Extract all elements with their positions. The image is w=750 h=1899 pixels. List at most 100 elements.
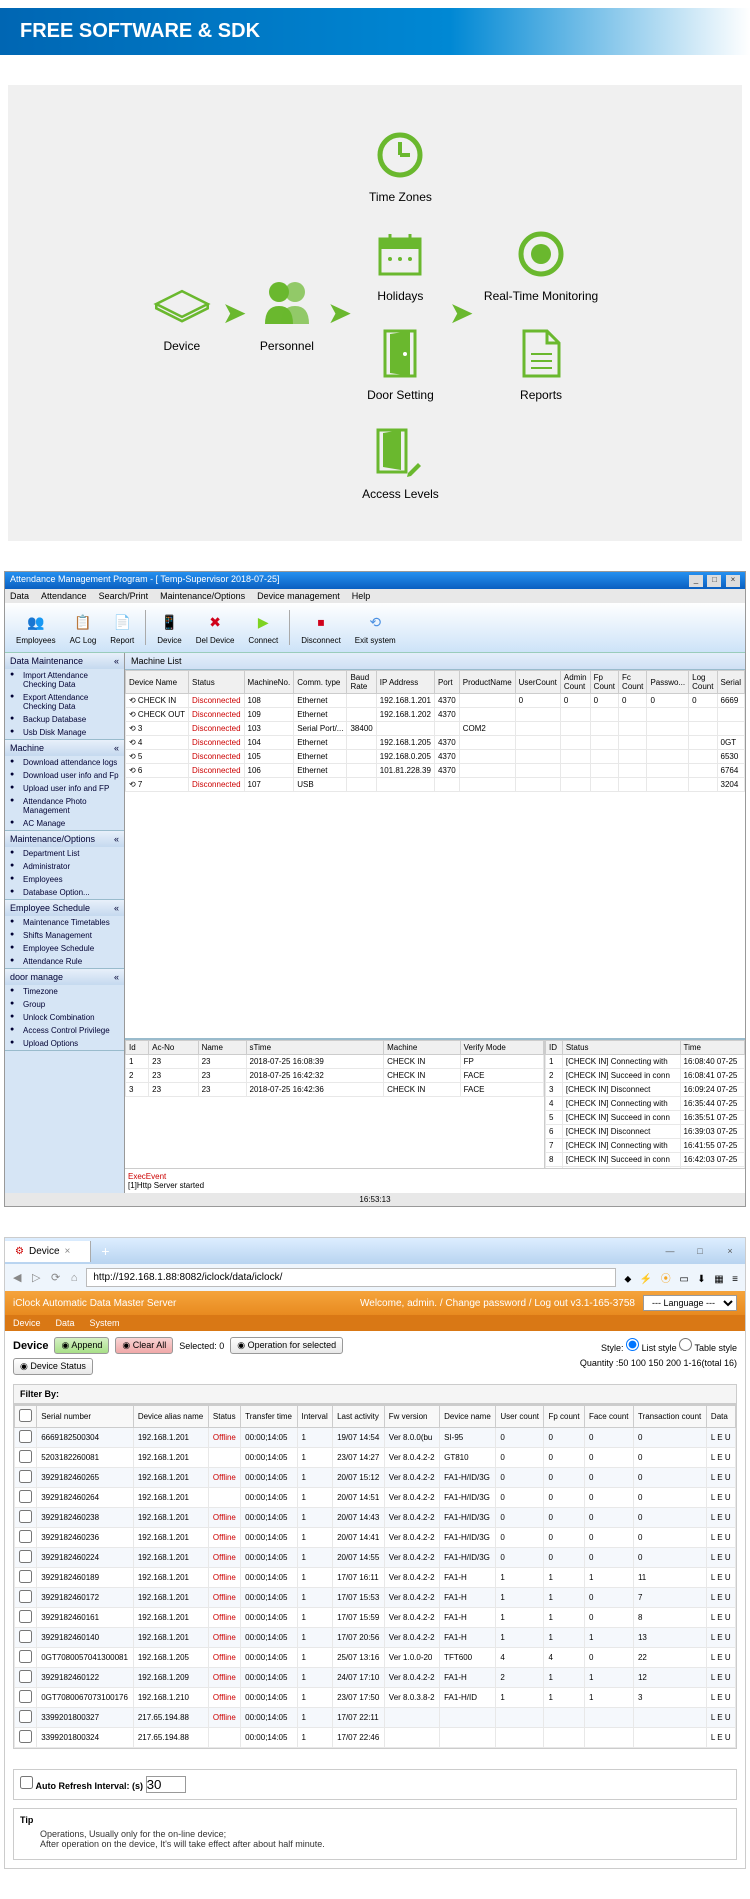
reload-button[interactable]: ⟳ [47, 1272, 64, 1284]
table-row[interactable]: 3399201800324217.65.194.8800:00;14:05117… [15, 1728, 736, 1748]
table-row[interactable]: 3929182460172192.168.1.201Offline00:00;1… [15, 1588, 736, 1608]
device-grid[interactable]: Serial numberDevice alias nameStatusTran… [13, 1404, 737, 1749]
table-row[interactable]: 6[CHECK IN] Disconnect16:39:03 07-25 [546, 1125, 745, 1139]
extension-icon[interactable]: ⬥ [621, 1274, 634, 1285]
sidebar-group-header[interactable]: Data Maintenance« [5, 653, 124, 669]
sidebar-item[interactable]: Group [5, 998, 124, 1011]
table-row[interactable]: ⟲ CHECK INDisconnected108Ethernet192.168… [126, 694, 745, 708]
sidebar-item[interactable]: Access Control Privilege [5, 1024, 124, 1037]
table-row[interactable]: 3[CHECK IN] Disconnect16:09:24 07-25 [546, 1083, 745, 1097]
sidebar-item[interactable]: Administrator [5, 860, 124, 873]
language-select[interactable]: --- Language --- [643, 1295, 737, 1311]
table-row[interactable]: 323232018-07-25 16:42:36CHECK INFACE [126, 1083, 544, 1097]
sidebar-item[interactable]: Upload Options [5, 1037, 124, 1050]
table-row[interactable]: 4[CHECK IN] Connecting with16:35:44 07-2… [546, 1097, 745, 1111]
forward-button[interactable]: ▷ [28, 1272, 44, 1284]
sidebar-item[interactable]: Download attendance logs [5, 756, 124, 769]
autorefresh-checkbox[interactable] [20, 1776, 33, 1789]
sidebar-item[interactable]: Attendance Rule [5, 955, 124, 968]
table-row[interactable]: 0GT7080057041300081192.168.1.205Offline0… [15, 1648, 736, 1668]
liststyle-radio[interactable] [626, 1338, 639, 1351]
sidebar-item[interactable]: Usb Disk Manage [5, 726, 124, 739]
menu-item[interactable]: Search/Print [99, 591, 149, 601]
append-button[interactable]: ◉ Append [54, 1337, 109, 1354]
table-row[interactable]: 3929182460264192.168.1.20100:00;14:05120… [15, 1488, 736, 1508]
machine-grid[interactable]: Device NameStatusMachineNo.Comm. typeBau… [125, 670, 745, 1038]
device-status-button[interactable]: ◉ Device Status [13, 1358, 93, 1375]
sidebar-group-header[interactable]: Employee Schedule« [5, 900, 124, 916]
menu-item[interactable]: System [90, 1318, 120, 1328]
sidebar-item[interactable]: Shifts Management [5, 929, 124, 942]
toolbar-button[interactable]: 📄Report [104, 608, 140, 647]
menu-icon[interactable]: ≡ [729, 1274, 741, 1285]
maximize-button[interactable]: □ [685, 1241, 715, 1261]
table-row[interactable]: 7[CHECK IN] Connecting with16:41:55 07-2… [546, 1139, 745, 1153]
rss-icon[interactable]: ⦿ [658, 1274, 674, 1285]
sidebar-group-header[interactable]: Maintenance/Options« [5, 831, 124, 847]
download-icon[interactable]: ⬇ [694, 1274, 708, 1285]
toolbar-button[interactable]: 📱Device [151, 608, 187, 647]
table-row[interactable]: 3929182460122192.168.1.209Offline00:00;1… [15, 1668, 736, 1688]
menu-item[interactable]: Data [10, 591, 29, 601]
close-button[interactable]: × [715, 1241, 745, 1261]
table-row[interactable]: ⟲ 7Disconnected107USB3204 [126, 778, 745, 792]
table-row[interactable]: 3929182460238192.168.1.201Offline00:00;1… [15, 1508, 736, 1528]
url-input[interactable]: http://192.168.1.88:8082/iclock/data/icl… [86, 1268, 616, 1287]
table-row[interactable]: 3399201800327217.65.194.88Offline00:00;1… [15, 1708, 736, 1728]
bolt-icon[interactable]: ⚡ [637, 1274, 655, 1285]
table-row[interactable]: 5[CHECK IN] Succeed in conn16:35:51 07-2… [546, 1111, 745, 1125]
interval-input[interactable] [146, 1776, 186, 1793]
table-row[interactable]: ⟲ 3Disconnected103Serial Port/...38400CO… [126, 722, 745, 736]
table-row[interactable]: 123232018-07-25 16:08:39CHECK INFP [126, 1055, 544, 1069]
sidebar-item[interactable]: Employee Schedule [5, 942, 124, 955]
sidebar-item[interactable]: Maintenance Timetables [5, 916, 124, 929]
tablestyle-radio[interactable] [679, 1338, 692, 1351]
table-row[interactable]: ⟲ CHECK OUTDisconnected109Ethernet192.16… [126, 708, 745, 722]
ext2-icon[interactable]: ▦ [711, 1274, 726, 1285]
menu-item[interactable]: Help [352, 591, 371, 601]
menu-item[interactable]: Device management [257, 591, 340, 601]
minimize-button[interactable]: _ [689, 575, 703, 587]
tab-icon[interactable]: ▭ [676, 1274, 691, 1285]
browser-tab[interactable]: ⚙ Device × [5, 1241, 91, 1262]
toolbar-button[interactable]: ✖Del Device [190, 608, 241, 647]
back-button[interactable]: ◀ [9, 1272, 25, 1284]
sidebar-group-header[interactable]: door manage« [5, 969, 124, 985]
table-row[interactable]: 1[CHECK IN] Connecting with16:08:40 07-2… [546, 1055, 745, 1069]
clear-button[interactable]: ◉ Clear All [115, 1337, 173, 1354]
menu-item[interactable]: Attendance [41, 591, 87, 601]
table-row[interactable]: 6669182500304192.168.1.201Offline00:00;1… [15, 1428, 736, 1448]
table-row[interactable]: 223232018-07-25 16:42:32CHECK INFACE [126, 1069, 544, 1083]
table-row[interactable]: ⟲ 5Disconnected105Ethernet192.168.0.2054… [126, 750, 745, 764]
sidebar-item[interactable]: Timezone [5, 985, 124, 998]
toolbar-button[interactable]: ⟲Exit system [349, 608, 402, 647]
status-grid[interactable]: IDStatusTime1[CHECK IN] Connecting with1… [545, 1040, 745, 1168]
table-row[interactable]: 3929182460140192.168.1.201Offline00:00;1… [15, 1628, 736, 1648]
menu-item[interactable]: Device [13, 1318, 41, 1328]
sidebar-item[interactable]: Import Attendance Checking Data [5, 669, 124, 691]
log-grid[interactable]: IdAc-NoNamesTimeMachineVerify Mode123232… [125, 1040, 545, 1168]
sidebar-item[interactable]: Export Attendance Checking Data [5, 691, 124, 713]
close-button[interactable]: × [726, 575, 740, 587]
table-row[interactable]: 3929182460236192.168.1.201Offline00:00;1… [15, 1528, 736, 1548]
sidebar-item[interactable]: Unlock Combination [5, 1011, 124, 1024]
toolbar-button[interactable]: ▶Connect [242, 608, 284, 647]
table-row[interactable]: 5203182260081192.168.1.20100:00;14:05123… [15, 1448, 736, 1468]
operation-button[interactable]: ◉ Operation for selected [230, 1337, 343, 1354]
table-row[interactable]: 8[CHECK IN] Succeed in conn16:42:03 07-2… [546, 1153, 745, 1167]
toolbar-button[interactable]: ⏹Disconnect [295, 608, 347, 647]
sidebar-item[interactable]: Employees [5, 873, 124, 886]
sidebar-group-header[interactable]: Machine« [5, 740, 124, 756]
toolbar-button[interactable]: 👥Employees [10, 608, 62, 647]
sidebar-item[interactable]: Backup Database [5, 713, 124, 726]
close-icon[interactable]: × [65, 1246, 71, 1257]
toolbar-button[interactable]: 📋AC Log [64, 608, 103, 647]
table-row[interactable]: 3929182460265192.168.1.201Offline00:00;1… [15, 1468, 736, 1488]
sidebar-item[interactable]: AC Manage [5, 817, 124, 830]
new-tab-button[interactable]: + [91, 1238, 119, 1264]
table-row[interactable]: 3929182460161192.168.1.201Offline00:00;1… [15, 1608, 736, 1628]
table-row[interactable]: 3929182460189192.168.1.201Offline00:00;1… [15, 1568, 736, 1588]
table-row[interactable]: 3929182460224192.168.1.201Offline00:00;1… [15, 1548, 736, 1568]
sidebar-item[interactable]: Download user info and Fp [5, 769, 124, 782]
table-row[interactable]: 0GT7080067073100176192.168.1.210Offline0… [15, 1688, 736, 1708]
